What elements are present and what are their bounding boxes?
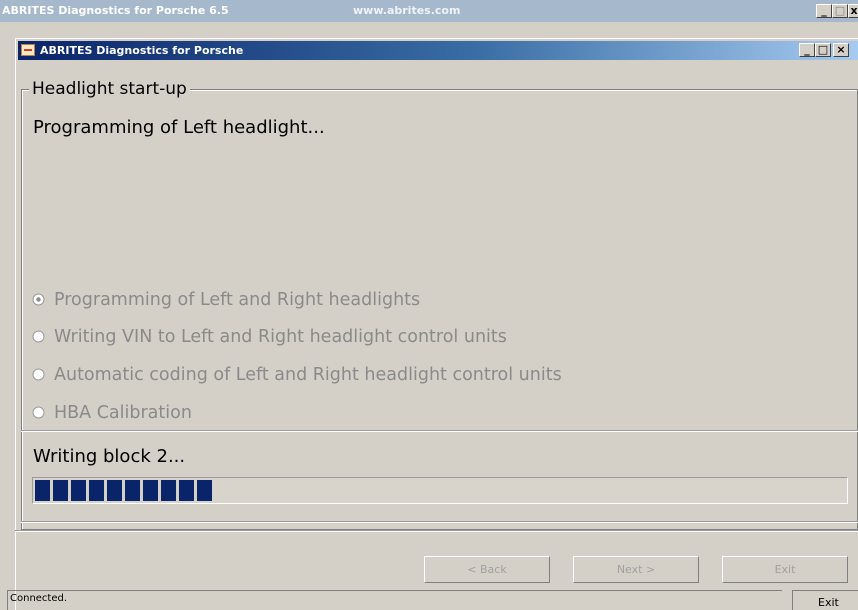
radio-unselected-icon <box>32 330 45 343</box>
outer-close-button[interactable]: x <box>848 4 858 18</box>
option-writing-vin[interactable]: Writing VIN to Left and Right headlight … <box>32 327 507 349</box>
close-icon: × <box>836 43 846 56</box>
option-label: HBA Calibration <box>54 403 192 423</box>
operation-heading: Programming of Left headlight... <box>33 117 325 138</box>
outer-title-bar: ABRITES Diagnostics for Porsche 6.5 www.… <box>0 0 858 22</box>
minimize-icon: _ <box>804 43 810 56</box>
radio-selected-icon <box>32 293 45 306</box>
next-button[interactable]: Next > <box>573 556 699 583</box>
inner-title-bar: ABRITES Diagnostics for Porsche _ □ × <box>18 41 858 60</box>
close-icon: x <box>850 4 858 17</box>
maximize-icon: □ <box>817 43 829 56</box>
inner-minimize-button[interactable]: _ <box>799 43 815 57</box>
exit-button[interactable]: Exit <box>722 556 848 583</box>
back-button[interactable]: < Back <box>424 556 550 583</box>
divider <box>21 521 858 523</box>
maximize-icon: □ <box>834 4 846 17</box>
progress-status-text: Writing block 2... <box>33 446 186 467</box>
option-label: Programming of Left and Right headlights <box>54 290 421 310</box>
divider <box>21 430 858 432</box>
group-legend: Headlight start-up <box>29 79 190 99</box>
radio-unselected-icon <box>32 368 45 381</box>
outer-window-title: ABRITES Diagnostics for Porsche 6.5 <box>2 4 229 17</box>
option-automatic-coding[interactable]: Automatic coding of Left and Right headl… <box>32 365 562 387</box>
abrites-logo-icon <box>21 44 35 56</box>
outer-maximize-button[interactable]: □ <box>832 4 848 18</box>
divider <box>15 530 858 532</box>
inner-close-button[interactable]: × <box>833 43 849 57</box>
progress-bar <box>32 477 848 504</box>
connection-status: Connected. <box>7 590 782 610</box>
option-label: Automatic coding of Left and Right headl… <box>54 365 562 385</box>
option-label: Writing VIN to Left and Right headlight … <box>54 327 507 347</box>
option-hba-calibration[interactable]: HBA Calibration <box>32 403 192 425</box>
inner-window-title: ABRITES Diagnostics for Porsche <box>40 44 244 57</box>
inner-maximize-button[interactable]: □ <box>815 43 831 57</box>
statusbar-exit[interactable]: Exit <box>792 590 858 610</box>
option-programming-headlights[interactable]: Programming of Left and Right headlights <box>32 290 420 312</box>
radio-unselected-icon <box>32 406 45 419</box>
minimize-icon: _ <box>821 4 827 17</box>
progress-fill <box>35 480 212 501</box>
outer-minimize-button[interactable]: _ <box>816 4 832 18</box>
outer-window-url: www.abrites.com <box>353 4 461 17</box>
